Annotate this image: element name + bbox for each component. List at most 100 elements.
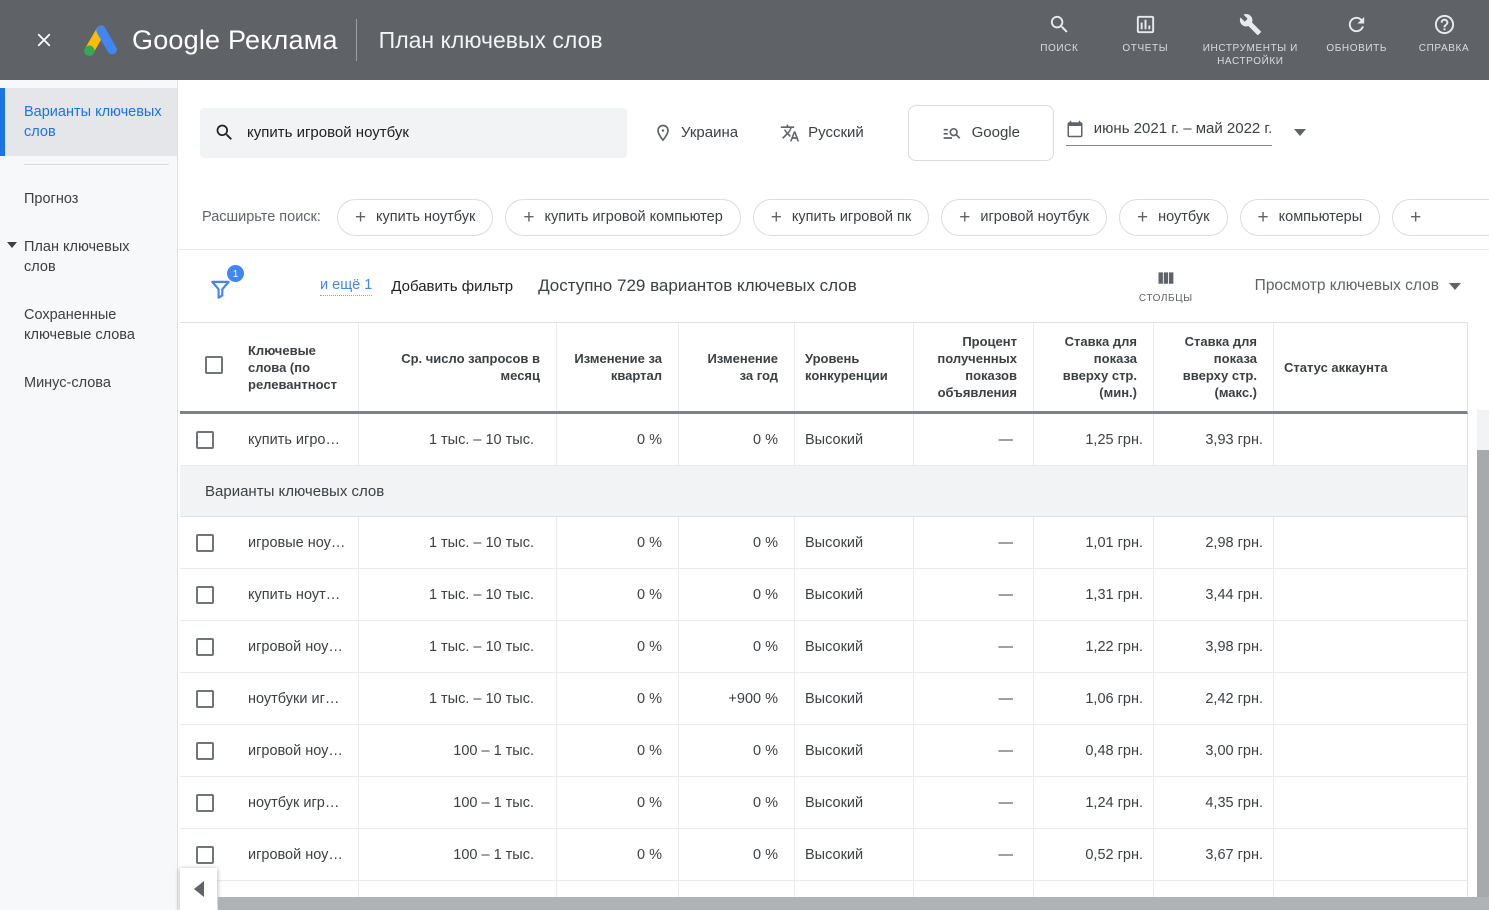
close-icon[interactable]: [28, 24, 60, 56]
sidebar-item-forecast[interactable]: Прогноз: [0, 175, 177, 223]
suggestion-chip[interactable]: + купить игровой пк: [753, 199, 930, 236]
col-header-account-status[interactable]: Статус аккаунта: [1273, 323, 1468, 411]
network-selector[interactable]: Google: [908, 105, 1054, 161]
impression-share-cell: —: [913, 569, 1033, 620]
language-value: Русский: [808, 124, 864, 141]
columns-button[interactable]: СТОЛБЦЫ: [1139, 268, 1193, 304]
bid-high-cell: 3,98 грн.: [1153, 621, 1273, 672]
horizontal-scrollbar[interactable]: [218, 897, 1489, 910]
location-value: Украина: [681, 124, 738, 141]
keyword-search-input[interactable]: купить игровой ноутбук: [200, 108, 627, 158]
available-keywords-count: Доступно 729 вариантов ключевых слов: [538, 276, 857, 296]
filter-toolbar: 1 и ещё 1 Добавить фильтр Доступно 729 в…: [178, 250, 1489, 322]
chevron-down-icon: [1294, 129, 1306, 136]
active-filters-button[interactable]: 1: [208, 269, 242, 303]
select-all-checkbox[interactable]: [205, 356, 223, 374]
view-dropdown-label: Просмотр ключевых слов: [1255, 277, 1439, 295]
row-checkbox[interactable]: [196, 431, 214, 449]
row-checkbox[interactable]: [196, 586, 214, 604]
col-header-impression-share[interactable]: Процент полученных показов объявления: [913, 323, 1033, 411]
col-header-top-bid-high[interactable]: Ставка для показа вверху стр. (макс.): [1153, 323, 1273, 411]
sidebar-item-keyword-plan[interactable]: План ключевых слов: [0, 223, 177, 291]
sidebar-item-label: Сохраненные ключевые слова: [24, 307, 135, 343]
scroll-left-button[interactable]: [180, 868, 217, 910]
suggestion-chips: + купить ноутбук + купить игровой компью…: [337, 199, 1380, 236]
filter-funnel-icon: [208, 277, 234, 303]
row-checkbox[interactable]: [196, 794, 214, 812]
suggestion-chip[interactable]: + компьютеры: [1240, 199, 1381, 236]
suggestion-chip[interactable]: + купить ноутбук: [337, 199, 493, 236]
volume-cell: 1 тыс. – 10 тыс.: [358, 517, 556, 568]
reports-icon: [1134, 13, 1157, 36]
impression-share-cell: —: [913, 621, 1033, 672]
table-row: игровые ноу… 1 тыс. – 10 тыс. 0 % 0 % Вы…: [180, 517, 1468, 569]
quarter-change-cell: 0 %: [556, 673, 678, 724]
impression-share-cell: —: [913, 414, 1033, 465]
google-ads-logo-icon: [82, 21, 120, 59]
row-checkbox[interactable]: [196, 742, 214, 760]
wrench-icon: [1239, 13, 1262, 36]
table-row: ноутбук игр… 100 – 1 тыс. 0 % 0 % Высоки…: [180, 777, 1468, 829]
bid-high-cell: 3,44 грн.: [1153, 569, 1273, 620]
view-keywords-dropdown[interactable]: Просмотр ключевых слов: [1255, 277, 1461, 295]
col-header-avg-searches[interactable]: Ср. число запросов в месяц: [358, 323, 556, 411]
add-filter-button[interactable]: Добавить фильтр: [391, 278, 513, 295]
suggestion-chip[interactable]: + ноутбук: [1119, 199, 1228, 236]
location-pin-icon: [653, 123, 673, 143]
col-header-quarter-change[interactable]: Изменение за квартал: [556, 323, 678, 411]
table-row-clipped: [180, 881, 1468, 898]
sidebar-item-label: План ключевых слов: [24, 239, 130, 275]
suggestion-chip-clipped[interactable]: +: [1392, 199, 1489, 236]
vertical-scrollbar[interactable]: [1477, 410, 1489, 897]
keyword-cell: игровые ноу…: [238, 517, 358, 568]
refresh-action-button[interactable]: ОБНОВИТЬ: [1326, 13, 1387, 55]
language-selector[interactable]: Русский: [780, 123, 864, 143]
col-header-competition[interactable]: Уровень конкуренции: [794, 323, 913, 411]
bid-low-cell: 1,06 грн.: [1033, 673, 1153, 724]
tools-settings-action-button[interactable]: ИНСТРУМЕНТЫ И НАСТРОЙКИ: [1202, 13, 1298, 68]
row-checkbox[interactable]: [196, 690, 214, 708]
col-header-keywords[interactable]: Ключевые слова (по релевантност: [238, 342, 358, 393]
quarter-change-cell: 0 %: [556, 777, 678, 828]
vertical-scrollbar-thumb[interactable]: [1477, 450, 1489, 910]
col-header-top-bid-low[interactable]: Ставка для показа вверху стр. (мин.): [1033, 323, 1153, 411]
table-row: ноутбуки иг… 1 тыс. – 10 тыс. 0 % +900 %…: [180, 673, 1468, 725]
columns-icon: [1155, 268, 1176, 289]
bid-low-cell: 0,48 грн.: [1033, 725, 1153, 776]
row-checkbox[interactable]: [196, 638, 214, 656]
reports-action-button[interactable]: ОТЧЕТЫ: [1116, 13, 1174, 55]
titlebar-divider: [356, 19, 357, 61]
help-action-button[interactable]: СПРАВКА: [1415, 13, 1473, 55]
year-change-cell: 0 %: [678, 621, 794, 672]
suggestion-chip[interactable]: + купить игровой компьютер: [505, 199, 740, 236]
suggestion-chip[interactable]: + игровой ноутбук: [941, 199, 1107, 236]
account-status-cell: [1273, 621, 1468, 672]
bid-high-cell: 3,67 грн.: [1153, 829, 1273, 880]
col-header-year-change[interactable]: Изменение за год: [678, 323, 794, 411]
more-filters-link[interactable]: и ещё 1: [320, 277, 372, 296]
location-selector[interactable]: Украина: [653, 123, 738, 143]
brand-text: Google Реклама: [132, 25, 338, 55]
page-title: План ключевых слов: [379, 27, 603, 54]
plus-icon: +: [1258, 208, 1269, 227]
search-action-button[interactable]: ПОИСК: [1030, 13, 1088, 55]
impression-share-cell: —: [913, 725, 1033, 776]
sidebar-item-negative-keywords[interactable]: Минус-слова: [0, 359, 177, 407]
account-status-cell: [1273, 673, 1468, 724]
row-checkbox[interactable]: [196, 534, 214, 552]
sidebar-item-saved-keywords[interactable]: Сохраненные ключевые слова: [0, 291, 177, 359]
triangle-left-icon: [194, 881, 204, 897]
sidebar-item-keyword-ideas[interactable]: Варианты ключевых слов: [0, 88, 177, 156]
competition-cell: Высокий: [794, 621, 913, 672]
topbar-actions: ПОИСК ОТЧЕТЫ ИНСТРУМЕНТЫ И НАСТРОЙКИ ОБН…: [1030, 13, 1473, 68]
impression-share-cell: —: [913, 777, 1033, 828]
quarter-change-cell: 0 %: [556, 725, 678, 776]
seed-keyword-rows: купить игро… 1 тыс. – 10 тыс. 0 % 0 % Вы…: [180, 414, 1468, 466]
volume-cell: 100 – 1 тыс.: [358, 725, 556, 776]
bid-low-cell: 1,25 грн.: [1033, 414, 1153, 465]
row-checkbox[interactable]: [196, 846, 214, 864]
date-range-selector[interactable]: июнь 2021 г. – май 2022 г.: [1066, 120, 1306, 146]
broaden-search-label: Расширьте поиск:: [202, 209, 321, 225]
bid-low-cell: 0,52 грн.: [1033, 829, 1153, 880]
chevron-down-icon: [7, 242, 17, 248]
